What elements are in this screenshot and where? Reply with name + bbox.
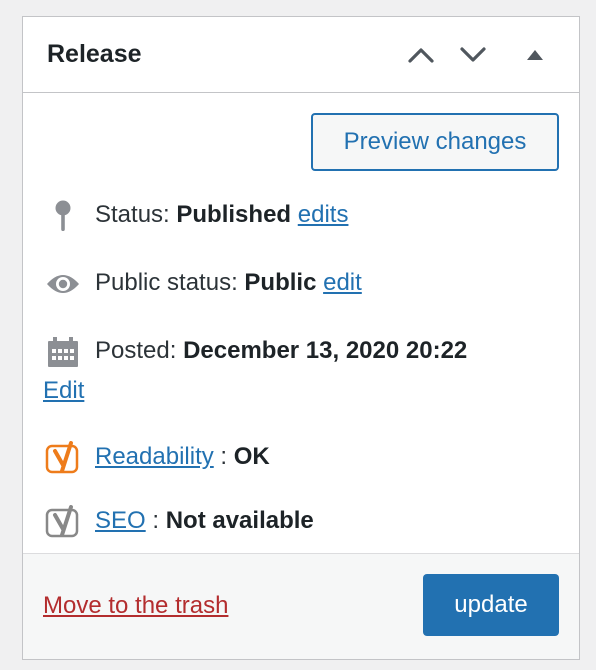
visibility-label: Public status: — [95, 269, 238, 296]
visibility-edit-link[interactable]: edit — [323, 269, 362, 296]
seo-separator: : — [152, 507, 160, 534]
readability-separator: : — [220, 443, 228, 470]
posted-edit-row: Edit — [43, 371, 559, 411]
eye-icon — [43, 264, 83, 304]
chevron-down-icon — [460, 46, 486, 62]
posted-edit-link[interactable]: Edit — [43, 377, 84, 404]
seo-row: SEO : Not available — [43, 501, 559, 542]
posted-row: Posted: December 13, 2020 20:22 — [43, 331, 559, 372]
toggle-panel-button[interactable] — [515, 35, 555, 75]
panel-title: Release — [47, 40, 142, 68]
posted-label: Posted: — [95, 337, 177, 364]
visibility-row: Public status: Public edit — [43, 263, 559, 304]
status-edit-link[interactable]: edits — [298, 201, 349, 228]
yoast-seo-icon — [43, 502, 83, 542]
visibility-value: Public — [244, 269, 317, 296]
posted-value: December 13, 2020 20:22 — [183, 337, 468, 364]
status-row: Status: Published edits — [43, 195, 559, 236]
move-to-trash-link[interactable]: Move to the trash — [43, 592, 228, 620]
pin-icon — [43, 196, 83, 236]
update-button[interactable]: update — [423, 574, 559, 636]
triangle-up-icon — [527, 49, 543, 60]
move-down-button[interactable] — [453, 35, 493, 75]
yoast-readability-icon — [43, 438, 83, 478]
calendar-icon — [43, 332, 83, 372]
status-value: Published — [176, 201, 292, 228]
preview-changes-button[interactable]: Preview changes — [311, 113, 559, 171]
seo-link[interactable]: SEO — [95, 507, 146, 534]
readability-value: OK — [233, 443, 270, 470]
seo-value: Not available — [165, 507, 314, 534]
readability-link[interactable]: Readability — [95, 443, 214, 470]
panel-header: Release — [23, 17, 579, 93]
readability-row: Readability : OK — [43, 437, 559, 478]
panel-body: Preview changes Status: Published edits … — [23, 93, 579, 555]
release-panel: Release Preview changes Status: Publishe… — [22, 16, 580, 660]
status-label: Status: — [95, 201, 170, 228]
move-up-button[interactable] — [401, 35, 441, 75]
chevron-up-icon — [408, 47, 434, 63]
panel-footer: Move to the trash update — [23, 553, 579, 659]
